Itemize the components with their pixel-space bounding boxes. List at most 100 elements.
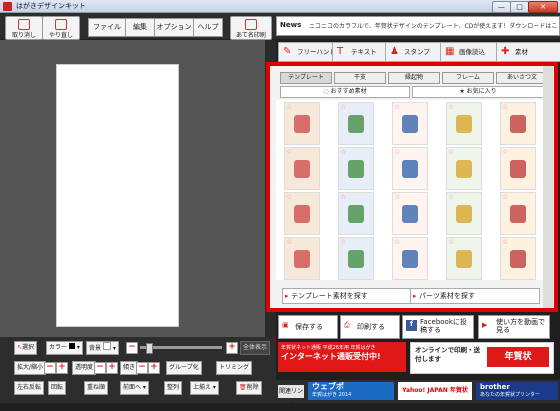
template-thumbnail[interactable]: ☆	[500, 147, 536, 190]
favorite-star-icon[interactable]: ☆	[340, 194, 346, 201]
color-picker[interactable]: カラー ▾	[46, 341, 83, 355]
favorite-star-icon[interactable]: ☆	[286, 104, 292, 111]
delete-button[interactable]: 🗑削除	[236, 381, 262, 395]
maximize-button[interactable]: □	[510, 1, 529, 13]
zoom-in-button[interactable]: +	[226, 342, 238, 354]
menu-help[interactable]: ヘルプ	[193, 18, 223, 37]
flip-horizontal-button[interactable]: 左右反転	[14, 381, 45, 395]
favorite-star-icon[interactable]: ☆	[394, 239, 400, 246]
address-print-button[interactable]: あて名印刷	[230, 16, 272, 40]
favorite-star-icon[interactable]: ☆	[340, 239, 346, 246]
template-thumbnail[interactable]: ☆	[284, 147, 320, 190]
template-thumbnail[interactable]: ☆	[284, 102, 320, 145]
favorite-star-icon[interactable]: ☆	[286, 194, 292, 201]
online-print-banner[interactable]: オンラインで印刷・送付します 年賀状	[410, 342, 554, 374]
favorite-star-icon[interactable]: ☆	[502, 194, 508, 201]
news-ticker[interactable]: News ニコニコのカラフルで、年賀状デザインのテンプレート、CDが使えます！ダ…	[276, 16, 560, 36]
template-thumbnail[interactable]: ☆	[446, 147, 482, 190]
favorite-star-icon[interactable]: ☆	[394, 194, 400, 201]
template-thumbnail[interactable]: ☆	[338, 102, 374, 145]
brother-title: brother	[480, 383, 510, 391]
move-front-select[interactable]: 前面へ ▾	[120, 381, 149, 395]
category-eto[interactable]: 干支	[334, 72, 386, 84]
find-parts-button[interactable]: パーツ素材を探す	[410, 288, 540, 304]
redo-button[interactable]: やり直し	[42, 16, 80, 40]
favorite-star-icon[interactable]: ☆	[448, 149, 454, 156]
yahoo-banner[interactable]: Yahoo! JAPAN 年賀状	[398, 382, 472, 400]
menu-file[interactable]: ファイル	[88, 18, 126, 37]
template-thumbnail[interactable]: ☆	[392, 102, 428, 145]
subtab-favorites[interactable]: ★ お気に入り	[412, 86, 544, 98]
menu-edit[interactable]: 編集	[125, 18, 155, 37]
favorite-star-icon[interactable]: ☆	[448, 104, 454, 111]
close-button[interactable]: ✕	[528, 1, 558, 13]
net-delivery-banner[interactable]: 年賀状ネット通販 平成26年用 年賀はがき インターネット通販受付中!	[278, 342, 406, 372]
template-thumbnail[interactable]: ☆	[500, 102, 536, 145]
favorite-star-icon[interactable]: ☆	[286, 149, 292, 156]
menu-options[interactable]: オプション	[154, 18, 194, 37]
subtab-recommended[interactable]: ◌ おすすめ素材	[280, 86, 410, 98]
template-thumbnail[interactable]: ☆	[392, 192, 428, 235]
layer-order-button[interactable]: 重ね順	[84, 381, 109, 395]
fit-all-button[interactable]: 全体表示	[240, 341, 271, 355]
find-template-button[interactable]: テンプレート素材を探す	[282, 288, 412, 304]
opacity-increase-button[interactable]: +	[106, 362, 118, 374]
template-thumbnail[interactable]: ☆	[500, 192, 536, 235]
favorite-star-icon[interactable]: ☆	[340, 149, 346, 156]
favorite-star-icon[interactable]: ☆	[502, 239, 508, 246]
opacity-decrease-button[interactable]: −	[94, 362, 106, 374]
template-thumbnail[interactable]: ☆	[284, 237, 320, 280]
align-select[interactable]: 上揃え ▾	[190, 381, 219, 395]
size-increase-button[interactable]: +	[56, 362, 68, 374]
favorite-star-icon[interactable]: ☆	[394, 149, 400, 156]
size-decrease-button[interactable]: −	[44, 362, 56, 374]
zoom-slider[interactable]	[140, 343, 222, 354]
favorite-star-icon[interactable]: ☆	[502, 149, 508, 156]
tab-material-label: 素材	[515, 48, 528, 56]
tab-material[interactable]: ✚ 素材	[496, 42, 560, 62]
template-thumbnail[interactable]: ☆	[446, 192, 482, 235]
template-thumbnail[interactable]: ☆	[446, 237, 482, 280]
facebook-button[interactable]: f Facebookに投稿する	[402, 315, 474, 339]
template-thumbnail[interactable]: ☆	[284, 192, 320, 235]
rotate-button[interactable]: 回転	[48, 381, 67, 395]
category-frame[interactable]: フレーム	[442, 72, 494, 84]
group-button[interactable]: グループ化	[166, 361, 202, 375]
save-button[interactable]: ▣ 保存する	[278, 315, 338, 339]
template-thumbnail[interactable]: ☆	[338, 237, 374, 280]
pencil-icon: ✎	[283, 46, 292, 57]
undo-button[interactable]: 取り消し	[5, 16, 43, 40]
trim-button[interactable]: トリミング	[216, 361, 253, 375]
howto-video-button[interactable]: ▶ 使い方を動画で見る	[478, 315, 550, 339]
category-engimono[interactable]: 縁起物	[388, 72, 440, 84]
template-thumbnail[interactable]: ☆	[500, 237, 536, 280]
postcard-canvas[interactable]	[56, 64, 179, 327]
opacity-label: 透明度	[72, 361, 97, 375]
zoom-out-button[interactable]: −	[126, 342, 138, 354]
template-thumbnail[interactable]: ☆	[392, 147, 428, 190]
favorite-star-icon[interactable]: ☆	[340, 104, 346, 111]
select-tool[interactable]: ↖選択	[14, 341, 38, 355]
template-thumbnail[interactable]: ☆	[446, 102, 482, 145]
favorite-star-icon[interactable]: ☆	[286, 239, 292, 246]
category-template[interactable]: テンプレート	[280, 72, 332, 84]
category-greeting[interactable]: あいさつ文	[496, 72, 548, 84]
tilt-decrease-button[interactable]: −	[136, 362, 148, 374]
background-swatch	[102, 342, 111, 350]
template-thumbnail[interactable]: ☆	[338, 147, 374, 190]
tilt-increase-button[interactable]: +	[148, 362, 160, 374]
favorite-star-icon[interactable]: ☆	[394, 104, 400, 111]
favorite-star-icon[interactable]: ☆	[448, 194, 454, 201]
favorite-star-icon[interactable]: ☆	[502, 104, 508, 111]
brother-banner[interactable]: brother あなたの年賀状プリンター	[476, 382, 558, 400]
webpost-banner[interactable]: ウェブポ 年賀はがき 2014	[308, 382, 394, 400]
news-text[interactable]: ニコニコのカラフルで、年賀状デザインのテンプレート、CDが使えます！ダウンロード…	[309, 21, 557, 30]
template-thumbnail[interactable]: ☆	[338, 192, 374, 235]
template-thumbnail[interactable]: ☆	[392, 237, 428, 280]
zoom-slider-thumb[interactable]	[146, 343, 153, 354]
favorite-star-icon[interactable]: ☆	[448, 239, 454, 246]
panel-scrollbar[interactable]	[543, 66, 553, 308]
background-picker[interactable]: 背景 ▾	[86, 341, 119, 355]
minimize-button[interactable]: —	[492, 1, 511, 13]
print-button[interactable]: ⎙ 印刷する	[340, 315, 400, 339]
